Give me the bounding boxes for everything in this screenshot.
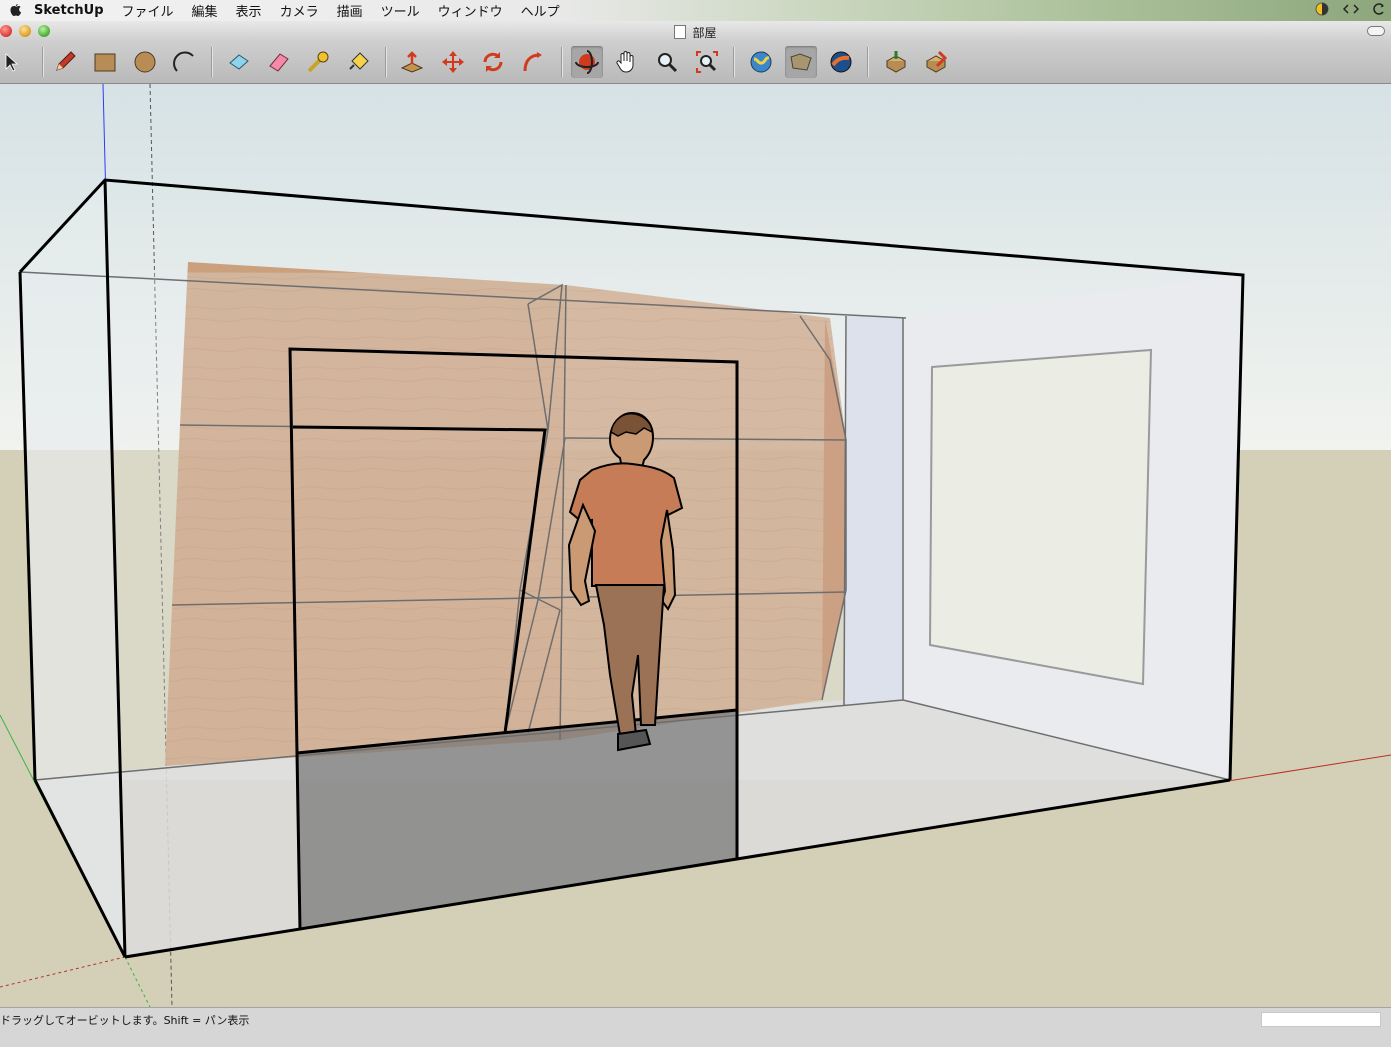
line-tool[interactable] bbox=[49, 46, 81, 78]
tape-measure-icon bbox=[307, 51, 329, 73]
share-model-icon bbox=[885, 51, 907, 73]
eraser-icon bbox=[269, 53, 289, 72]
push-pull-tool[interactable] bbox=[396, 46, 428, 78]
circle-tool[interactable] bbox=[129, 46, 161, 78]
toolbar-toggle-button[interactable] bbox=[1367, 26, 1385, 36]
time-machine-icon[interactable] bbox=[1373, 2, 1385, 16]
orbit-icon bbox=[575, 50, 599, 74]
menu-help[interactable]: ヘルプ bbox=[521, 1, 560, 20]
magnifier-icon bbox=[658, 53, 678, 73]
menu-view[interactable]: 表示 bbox=[236, 1, 262, 20]
hand-icon bbox=[616, 51, 634, 73]
window-titlebar: 部屋 bbox=[0, 21, 1391, 41]
document-proxy-icon[interactable] bbox=[674, 25, 687, 39]
follow-me-icon bbox=[523, 52, 542, 72]
zoom-extents-tool[interactable] bbox=[691, 46, 723, 78]
extension-warehouse-tool[interactable] bbox=[920, 46, 952, 78]
component-icon bbox=[229, 54, 249, 70]
circle-icon bbox=[134, 51, 156, 73]
zoom-extents-icon bbox=[696, 51, 718, 73]
push-pull-icon bbox=[400, 51, 424, 73]
status-hint-text: ドラッグしてオービットします。Shift = パン表示 bbox=[0, 1014, 250, 1027]
arc-icon bbox=[173, 51, 194, 72]
window-title: 部屋 bbox=[0, 24, 1391, 41]
scene-drawing bbox=[0, 84, 1391, 1007]
zoom-tool[interactable] bbox=[651, 46, 683, 78]
menu-file[interactable]: ファイル bbox=[122, 1, 174, 20]
menu-tools[interactable]: ツール bbox=[381, 1, 420, 20]
apple-icon[interactable] bbox=[8, 3, 24, 19]
menu-bar: SketchUp ファイル 編集 表示 カメラ 描画 ツール ウィンドウ ヘルプ bbox=[0, 0, 1391, 22]
eraser-tool[interactable] bbox=[263, 46, 295, 78]
arc-tool[interactable] bbox=[169, 46, 201, 78]
orbit-tool[interactable] bbox=[571, 46, 603, 78]
arrow-cursor-icon bbox=[5, 53, 19, 72]
add-location-tool[interactable] bbox=[745, 46, 777, 78]
paint-bucket-icon bbox=[349, 52, 369, 70]
move-icon bbox=[442, 51, 464, 73]
menu-edit[interactable]: 編集 bbox=[192, 1, 218, 20]
toggle-terrain-tool[interactable] bbox=[785, 46, 817, 78]
select-tool[interactable] bbox=[0, 46, 26, 78]
status-bar: ドラッグしてオービットします。Shift = パン表示 bbox=[0, 1007, 1391, 1047]
extension-icon bbox=[925, 50, 948, 73]
status-menu-icon[interactable] bbox=[1315, 2, 1329, 16]
menu-window[interactable]: ウィンドウ bbox=[438, 1, 503, 20]
terrain-icon bbox=[790, 53, 812, 71]
get-models-tool[interactable] bbox=[825, 46, 857, 78]
tape-measure-tool[interactable] bbox=[303, 46, 335, 78]
warehouse-icon bbox=[830, 51, 852, 73]
app-menu[interactable]: SketchUp bbox=[34, 3, 104, 18]
follow-me-tool[interactable] bbox=[517, 46, 549, 78]
large-toolset-toolbar bbox=[0, 41, 1391, 84]
rectangle-tool[interactable] bbox=[89, 46, 121, 78]
pencil-icon bbox=[56, 51, 76, 71]
script-menu-icon[interactable] bbox=[1343, 3, 1359, 15]
rectangle-icon bbox=[94, 53, 116, 72]
menu-draw[interactable]: 描画 bbox=[337, 1, 363, 20]
make-component-tool[interactable] bbox=[223, 46, 255, 78]
menu-camera[interactable]: カメラ bbox=[280, 1, 319, 20]
measurements-box[interactable] bbox=[1261, 1012, 1381, 1027]
rotate-icon bbox=[483, 52, 503, 72]
move-tool[interactable] bbox=[437, 46, 469, 78]
window-title-text: 部屋 bbox=[692, 26, 717, 40]
rotate-tool[interactable] bbox=[477, 46, 509, 78]
pan-tool[interactable] bbox=[611, 46, 643, 78]
model-viewport[interactable] bbox=[0, 84, 1391, 1007]
paint-bucket-tool[interactable] bbox=[343, 46, 375, 78]
globe-icon bbox=[750, 51, 772, 73]
share-model-tool[interactable] bbox=[880, 46, 912, 78]
